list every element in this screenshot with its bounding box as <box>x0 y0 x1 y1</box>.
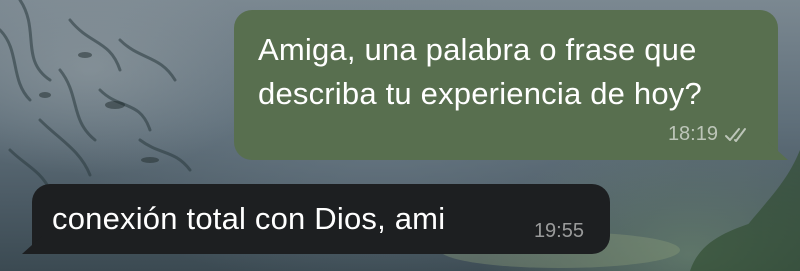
outgoing-message-meta: 18:19 <box>668 123 752 146</box>
incoming-message-bubble[interactable]: conexión total con Dios, ami 19:55 <box>22 184 610 254</box>
double-check-read-icon <box>725 127 746 142</box>
outgoing-message-time: 18:19 <box>667 123 718 145</box>
incoming-message-text: conexión total con Dios, ami <box>52 201 446 236</box>
outgoing-message-line: Amiga, una palabra o frase que <box>258 32 697 67</box>
outgoing-message-line: describa tu experiencia de hoy? <box>258 76 702 111</box>
outgoing-message-text: Amiga, una palabra o frase que describa … <box>258 28 754 116</box>
incoming-message-time: 19:55 <box>533 220 584 242</box>
outgoing-message-bubble[interactable]: Amiga, una palabra o frase que describa … <box>234 10 788 160</box>
